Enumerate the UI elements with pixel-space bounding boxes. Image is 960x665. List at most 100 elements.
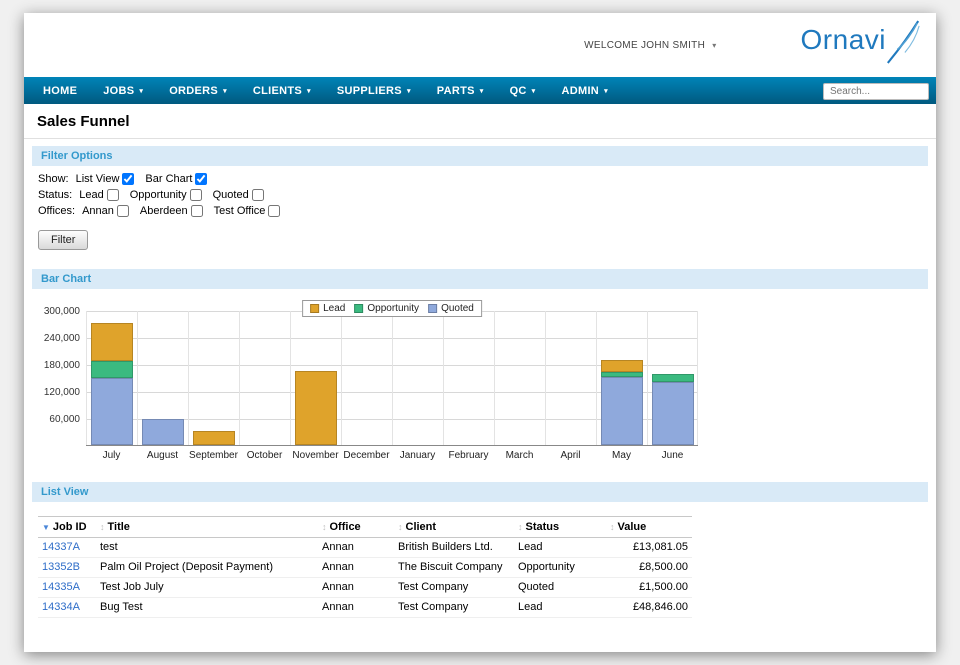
checkbox-label: Quoted xyxy=(212,189,249,201)
checkbox-label: Opportunity xyxy=(129,189,187,201)
nav-item-parts[interactable]: PARTS ▾ xyxy=(424,77,497,104)
nav-item-qc[interactable]: QC ▾ xyxy=(497,77,549,104)
bar-lead-may xyxy=(600,359,643,373)
cell: Test Job July xyxy=(96,577,318,598)
sort-icon: ↕ xyxy=(398,522,403,532)
gridline xyxy=(188,311,189,445)
checkbox-opportunity[interactable] xyxy=(189,189,202,201)
cell: Annan xyxy=(318,557,394,578)
bar-quoted-august xyxy=(141,418,184,445)
user-menu[interactable]: WELCOME JOHN SMITH ▾ xyxy=(584,40,716,51)
bar-opportunity-may xyxy=(600,372,643,377)
nav-item-label: HOME xyxy=(43,84,78,97)
x-axis-label: May xyxy=(612,450,631,461)
column-header-label: Job ID xyxy=(52,521,87,533)
legend-item-quoted: Quoted xyxy=(428,303,474,314)
bar-chart: Lead Opportunity Quoted 300,000 240,000 180,… xyxy=(24,289,936,475)
cell: British Builders Ltd. xyxy=(394,537,514,558)
checkbox-quoted[interactable] xyxy=(251,189,264,201)
checkbox-label: Aberdeen xyxy=(139,205,188,217)
nav-item-label: ORDERS xyxy=(169,84,219,97)
table-row: 14335A Test Job July Annan Test Company Quot… xyxy=(38,577,692,598)
checkbox-lead[interactable] xyxy=(106,189,119,201)
list-view-header: List View xyxy=(32,482,928,502)
ornavi-logo[interactable]: Ornavi xyxy=(800,20,922,65)
y-axis-label: 180,000 xyxy=(43,360,80,371)
filter-button[interactable]: Filter xyxy=(38,230,89,250)
checkbox-annan[interactable] xyxy=(116,205,129,217)
sort-icon: ↕ xyxy=(322,522,327,532)
filter-group-status: Status: Lead Opportunity Quoted xyxy=(38,189,922,201)
gridline xyxy=(392,311,393,445)
table-header-row: ▼ Job ID ↕ Title ↕ Office ↕ Client ↕ Status ↕ Value xyxy=(38,516,692,538)
nav-item-orders[interactable]: ORDERS ▾ xyxy=(156,77,240,104)
search-input[interactable] xyxy=(823,83,929,100)
bar-quoted-may xyxy=(600,376,643,445)
job-id-link[interactable]: 14337A xyxy=(42,541,80,553)
nav-item-suppliers[interactable]: SUPPLIERS ▾ xyxy=(324,77,424,104)
column-header-status[interactable]: ↕ Status xyxy=(514,516,606,538)
checkbox-list-view[interactable] xyxy=(122,173,135,185)
bar-lead-july xyxy=(90,322,133,361)
nav-item-label: JOBS xyxy=(103,84,135,97)
table-row: 14334A Bug Test Annan Test Company Lead £48,8… xyxy=(38,597,692,618)
cell: 13352B xyxy=(38,557,96,578)
chevron-down-icon: ▾ xyxy=(604,87,608,95)
welcome-text: WELCOME JOHN SMITH xyxy=(584,39,706,51)
column-header-job-id[interactable]: ▼ Job ID xyxy=(38,516,96,538)
column-header-office[interactable]: ↕ Office xyxy=(318,516,394,538)
gridline xyxy=(239,311,240,445)
checkbox-bar-chart[interactable] xyxy=(195,173,208,185)
nav-item-label: CLIENTS xyxy=(252,84,303,97)
cell: Lead xyxy=(514,597,606,618)
brand-name: Ornavi xyxy=(800,24,886,55)
y-axis-label: 60,000 xyxy=(49,414,80,425)
legend-swatch-icon xyxy=(310,304,320,313)
table-row: 13352B Palm Oil Project (Deposit Payment)… xyxy=(38,557,692,578)
gridline xyxy=(596,311,597,445)
column-header-value[interactable]: ↕ Value xyxy=(606,516,692,538)
chevron-down-icon: ▾ xyxy=(307,87,311,95)
bar-lead-september xyxy=(192,430,235,445)
bar-chart-header: Bar Chart xyxy=(32,269,928,289)
bar-lead-november xyxy=(294,370,337,445)
y-axis-label: 120,000 xyxy=(43,387,80,398)
x-axis-label: September xyxy=(189,450,238,461)
cell: test xyxy=(96,537,318,558)
job-id-link[interactable]: 13352B xyxy=(42,561,80,573)
job-id-link[interactable]: 14335A xyxy=(42,581,80,593)
cell: Quoted xyxy=(514,577,606,598)
x-axis-label: June xyxy=(661,450,684,461)
cell: Annan xyxy=(318,537,394,558)
gridline xyxy=(494,311,495,445)
column-header-client[interactable]: ↕ Client xyxy=(394,516,514,538)
cell: 14334A xyxy=(38,597,96,618)
sort-icon: ↕ xyxy=(518,522,523,532)
cell: Test Company xyxy=(394,597,514,618)
filter-group-show: Show: List View Bar Chart xyxy=(38,173,922,185)
gridline xyxy=(545,311,546,445)
checkbox-test-office[interactable] xyxy=(268,205,281,217)
chevron-down-icon: ▾ xyxy=(139,87,144,95)
checkbox-label: Lead xyxy=(79,189,104,201)
x-axis-label: August xyxy=(146,450,179,461)
legend-label: Opportunity xyxy=(367,303,420,314)
nav-item-jobs[interactable]: JOBS ▾ xyxy=(90,77,156,104)
job-id-link[interactable]: 14334A xyxy=(42,601,80,613)
column-header-title[interactable]: ↕ Title xyxy=(96,516,318,538)
cell: £1,500.00 xyxy=(606,577,692,598)
bar-opportunity-july xyxy=(90,360,133,378)
filter-controls: Show: List View Bar Chart Status: Lead Opport… xyxy=(24,166,936,217)
nav-item-admin[interactable]: ADMIN ▾ xyxy=(549,77,621,104)
checkbox-label: Annan xyxy=(82,205,114,217)
bar-quoted-july xyxy=(90,377,133,445)
filter-group-offices: Offices: Annan Aberdeen Test Office xyxy=(38,205,922,217)
nav-item-clients[interactable]: CLIENTS ▾ xyxy=(240,77,324,104)
checkbox-label: List View xyxy=(75,173,120,185)
checkbox-label: Test Office xyxy=(213,205,266,217)
gridline xyxy=(341,311,342,445)
nav-item-home[interactable]: HOME xyxy=(30,77,90,104)
gridline xyxy=(290,311,291,445)
cell: Annan xyxy=(318,577,394,598)
checkbox-aberdeen[interactable] xyxy=(190,205,203,217)
